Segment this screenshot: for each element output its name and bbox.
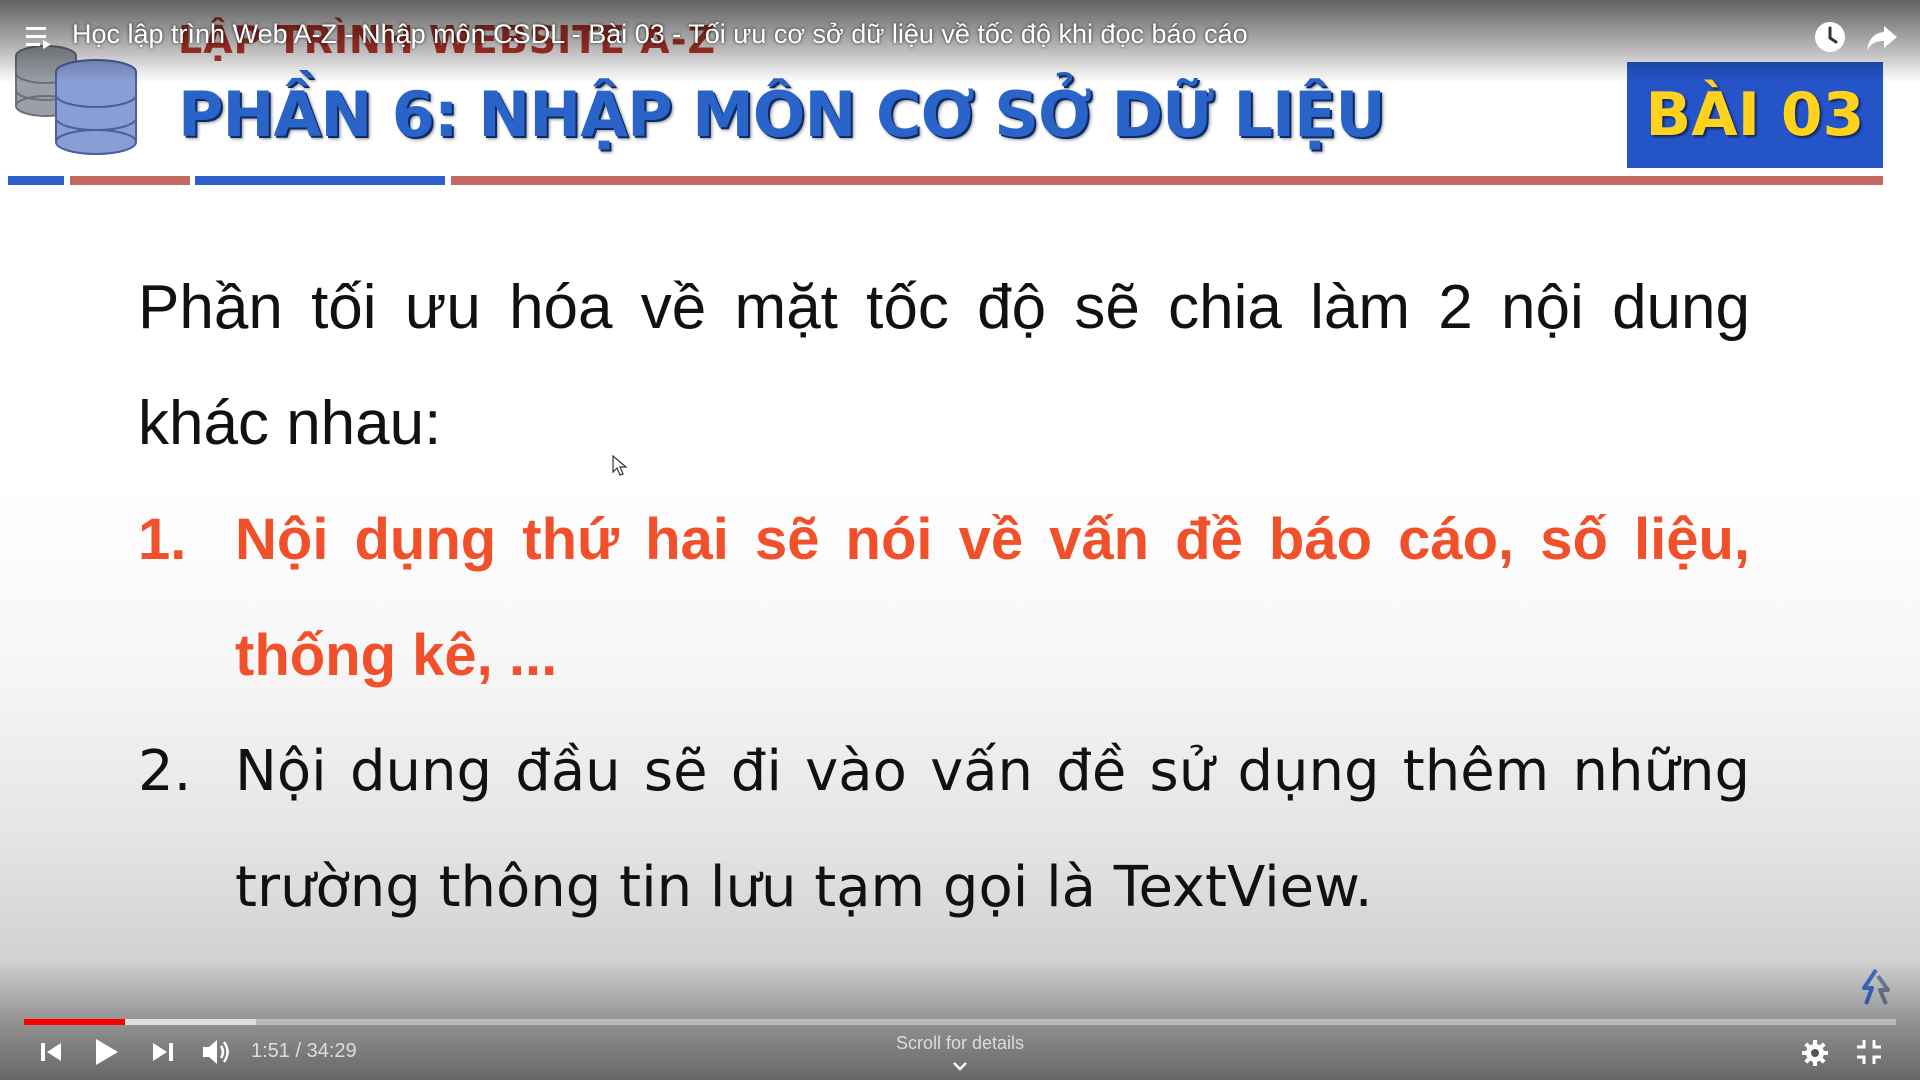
chevron-down-icon[interactable] [951,1060,969,1072]
video-title[interactable]: Học lập trình Web A-Z - Nhập môn CSDL - … [72,19,1248,50]
share-icon[interactable] [1864,20,1900,56]
play-button[interactable] [92,1036,120,1068]
lesson-badge: BÀI 03 [1627,62,1883,168]
exit-fullscreen-icon[interactable] [1855,1038,1883,1066]
slide-title: PHẦN 6: NHẬP MÔN CƠ SỞ DỮ LIỆU [178,78,1386,151]
decorative-line [8,176,64,185]
list-item-number: 2. [138,739,192,804]
list-item-text: Nội dụng thứ hai sẽ nói về vấn đề báo cá… [235,507,1750,688]
volume-button[interactable] [200,1036,234,1068]
scroll-for-details[interactable]: Scroll for details [860,1033,1060,1054]
gear-icon[interactable] [1800,1038,1830,1068]
menu-icon[interactable] [26,25,52,49]
list-item: 1. Nội dụng thứ hai sẽ nói về vấn đề báo… [138,482,1750,714]
slide-intro-text: Phần tối ưu hóa về mặt tốc độ sẽ chia là… [138,273,1750,458]
list-item-text: Nội dung đầu sẽ đi vào vấn đề sử dụng th… [235,739,1750,920]
next-button[interactable] [150,1038,176,1066]
decorative-line [451,176,1883,185]
lesson-badge-label: BÀI 03 [1645,80,1865,150]
decorative-line [195,176,445,185]
list-item: 2. Nội dung đầu sẽ đi vào vấn đề sử dụng… [138,714,1750,946]
slide-body: Phần tối ưu hóa về mặt tốc độ sẽ chia là… [138,250,1750,946]
channel-watermark-icon[interactable] [1858,968,1894,1008]
decorative-line [70,176,190,185]
time-display: 1:51 / 34:29 [251,1040,357,1062]
mouse-cursor-icon [612,455,628,476]
progress-played [24,1019,126,1025]
database-icon [15,45,137,155]
slide-list: 1. Nội dụng thứ hai sẽ nói về vấn đề báo… [138,482,1750,946]
previous-button[interactable] [38,1038,64,1066]
clock-icon[interactable] [1812,19,1848,55]
progress-bar[interactable] [24,1019,1896,1025]
video-player[interactable]: LẬP TRÌNH WEBSITE A-Z PHẦN 6: NHẬP MÔN C… [0,0,1920,1080]
list-item-number: 1. [138,507,187,572]
